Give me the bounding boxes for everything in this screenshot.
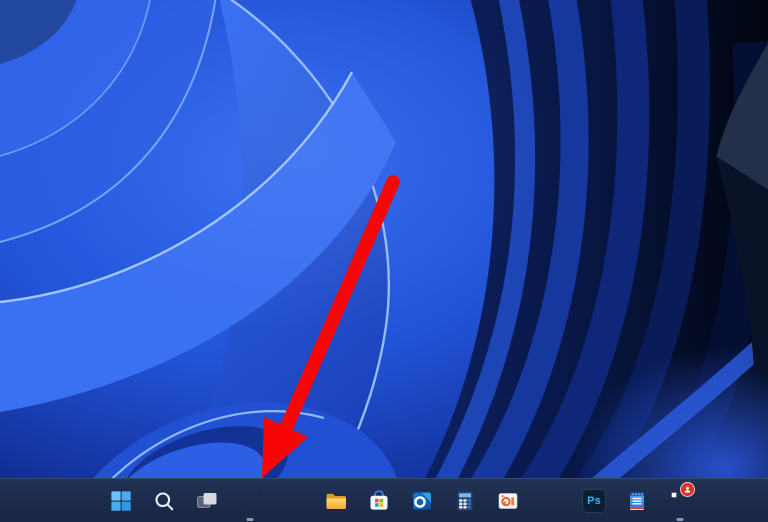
powerpoint-button[interactable] xyxy=(490,483,526,519)
outlook-icon xyxy=(413,492,431,510)
copilot-button[interactable] xyxy=(232,483,268,521)
file-explorer-button[interactable] xyxy=(318,483,354,519)
task-view-icon xyxy=(197,493,217,508)
windows-start-icon xyxy=(111,491,131,511)
notepad-icon xyxy=(630,492,644,510)
microsoft-store-icon xyxy=(370,490,388,510)
start-button[interactable] xyxy=(103,483,139,519)
notepad-button[interactable] xyxy=(619,483,655,519)
photoshop-button[interactable]: Ps xyxy=(576,483,612,519)
desktop-screen: Ps xyxy=(0,0,768,522)
file-explorer-folder-icon xyxy=(326,493,346,509)
search-button[interactable] xyxy=(146,483,182,519)
microsoft-store-button[interactable] xyxy=(361,483,397,519)
wallpaper-windows-bloom xyxy=(0,0,768,522)
person-icon xyxy=(684,486,691,493)
chrome-button[interactable] xyxy=(662,482,698,521)
copilot-icon xyxy=(238,489,262,513)
firefox-button[interactable] xyxy=(533,483,569,519)
task-view-button[interactable] xyxy=(189,483,225,519)
chrome-icon xyxy=(668,482,695,513)
chrome-profile-badge xyxy=(680,482,695,497)
edge-browser-icon xyxy=(281,489,306,513)
running-indicator-copilot xyxy=(246,518,254,521)
calculator-button[interactable] xyxy=(447,483,483,519)
powerpoint-slide-icon xyxy=(498,493,518,509)
firefox-icon xyxy=(539,489,563,513)
running-indicator-chrome xyxy=(676,518,684,521)
taskbar: Ps xyxy=(0,478,768,522)
edge-button[interactable] xyxy=(275,483,311,519)
taskbar-icon-row: Ps xyxy=(103,482,698,521)
outlook-button[interactable] xyxy=(404,483,440,519)
search-icon xyxy=(155,492,174,511)
photoshop-glyph: Ps xyxy=(587,495,601,507)
photoshop-icon: Ps xyxy=(582,489,606,513)
calculator-icon xyxy=(457,491,473,511)
